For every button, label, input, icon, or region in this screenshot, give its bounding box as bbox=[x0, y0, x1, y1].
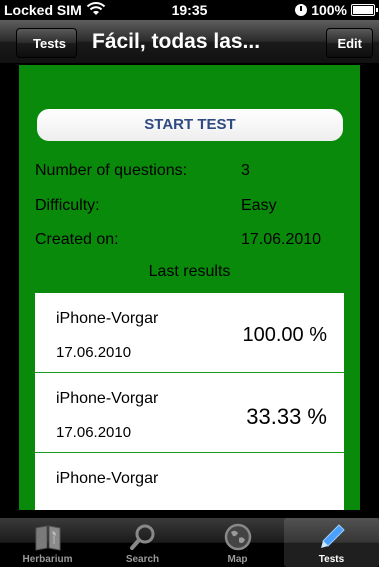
tab-label: Search bbox=[125, 554, 160, 565]
result-row[interactable]: iPhone-Vorgar 17.06.2010 33.33 % bbox=[35, 373, 344, 453]
result-score: 100.00 % bbox=[242, 324, 327, 346]
result-score: 33.33 % bbox=[246, 404, 327, 429]
page-title: Fácil, todas las... bbox=[92, 30, 261, 53]
tab-search[interactable]: Search bbox=[95, 518, 190, 567]
questions-count-value: 3 bbox=[241, 162, 250, 179]
pencil-icon bbox=[320, 524, 345, 548]
status-bar: Locked SIM 19:35 100% bbox=[0, 0, 379, 20]
alarm-clock-icon bbox=[295, 4, 308, 16]
results-list[interactable]: iPhone-Vorgar 17.06.2010 100.00 % iPhone… bbox=[35, 293, 344, 510]
start-test-button[interactable]: START TEST bbox=[37, 109, 343, 141]
result-date: 17.06.2010 bbox=[56, 424, 132, 441]
result-row[interactable]: iPhone-Vorgar bbox=[35, 453, 344, 510]
navigation-bar: Tests Fácil, todas las... Edit bbox=[0, 20, 379, 64]
questions-count-label: Number of questions: bbox=[35, 162, 188, 179]
difficulty-value: Easy bbox=[241, 197, 277, 214]
back-button[interactable]: Tests bbox=[16, 28, 77, 58]
globe-icon bbox=[224, 523, 251, 551]
difficulty-label: Difficulty: bbox=[35, 197, 100, 214]
tab-label: Tests bbox=[318, 554, 345, 565]
search-icon bbox=[129, 524, 154, 550]
result-name: iPhone-Vorgar bbox=[56, 310, 159, 327]
result-name: iPhone-Vorgar bbox=[56, 390, 159, 407]
tab-label: Herbarium bbox=[22, 554, 73, 565]
tab-herbarium[interactable]: Herbarium bbox=[0, 518, 95, 567]
result-date: 17.06.2010 bbox=[56, 344, 132, 361]
tab-tests[interactable]: Tests bbox=[284, 518, 379, 567]
result-name: iPhone-Vorgar bbox=[56, 470, 159, 487]
result-row[interactable]: iPhone-Vorgar 17.06.2010 100.00 % bbox=[35, 293, 344, 373]
created-on-value: 17.06.2010 bbox=[241, 231, 322, 248]
battery-icon bbox=[351, 4, 378, 16]
edit-button[interactable]: Edit bbox=[326, 28, 373, 58]
tab-bar: Herbarium Search Map Tests bbox=[0, 518, 379, 567]
test-detail-panel: START TEST Number of questions: 3 Diffic… bbox=[19, 65, 360, 510]
created-on-label: Created on: bbox=[35, 231, 119, 248]
last-results-heading: Last results bbox=[148, 263, 231, 280]
tab-map[interactable]: Map bbox=[190, 518, 285, 567]
battery-percent: 100% bbox=[311, 2, 347, 18]
tab-label: Map bbox=[227, 554, 248, 565]
book-icon bbox=[35, 525, 60, 551]
